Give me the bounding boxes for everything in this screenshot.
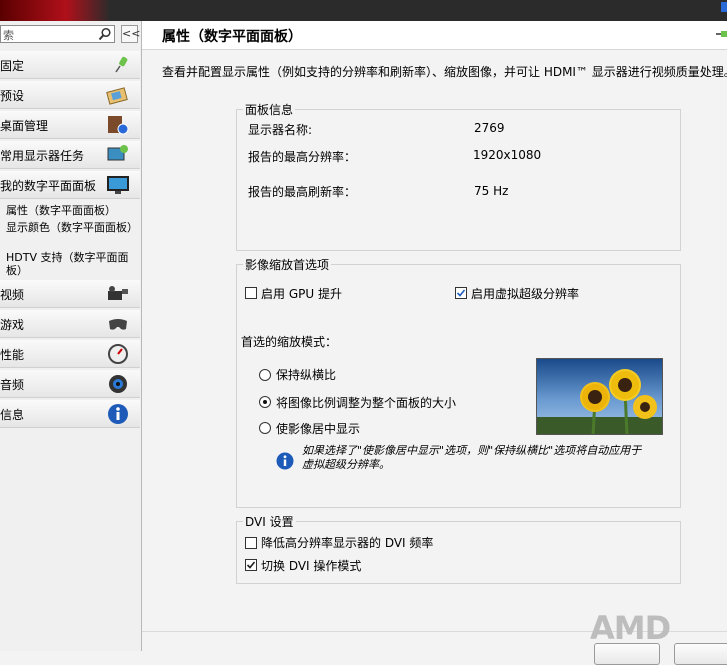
scaling-mode-label: 首选的缩放模式： bbox=[241, 335, 338, 349]
sidebar-item-pin[interactable]: 固定 bbox=[0, 51, 140, 79]
max-resolution-value: 1920x1080 bbox=[473, 148, 542, 162]
max-resolution-label: 报告的最高分辨率： bbox=[248, 150, 357, 164]
sidebar-item-flat-panel[interactable]: 我的数字平面面板 bbox=[0, 171, 140, 199]
dvi-reduce-frequency-label: 降低高分辨率显示器的 DVI 频率 bbox=[261, 536, 434, 550]
amd-logo: AMD bbox=[590, 609, 671, 647]
main-content: 属性（数字平面面板） 查看并配置显示属性（例如支持的分辨率和刷新率）、缩放图像，… bbox=[142, 21, 727, 665]
header-banner bbox=[0, 0, 110, 21]
page-description: 查看并配置显示属性（例如支持的分辨率和刷新率）、缩放图像，并可让 HDMI™ 显… bbox=[162, 65, 727, 79]
sidebar-item-label: 信息 bbox=[0, 408, 25, 422]
sunflower-image bbox=[537, 369, 662, 434]
search-placeholder: 索 bbox=[3, 29, 14, 42]
panel-info-legend: 面板信息 bbox=[245, 103, 294, 117]
sidebar-item-information[interactable]: 信息 bbox=[0, 400, 140, 428]
sidebar-item-gaming[interactable]: 游戏 bbox=[0, 310, 140, 338]
radio-center-image-label: 使影像居中显示 bbox=[276, 422, 361, 436]
speaker-icon bbox=[109, 375, 127, 393]
checkmark-icon bbox=[456, 289, 466, 297]
top-header-bar bbox=[0, 0, 727, 21]
page-title: 属性（数字平面面板） bbox=[162, 29, 302, 45]
subitem-display-color[interactable]: 显示颜色（数字平面面板） bbox=[6, 221, 138, 234]
search-input[interactable]: 索 bbox=[0, 25, 115, 43]
sidebar-item-label: 桌面管理 bbox=[0, 119, 49, 133]
sidebar-item-label: 常用显示器任务 bbox=[0, 149, 85, 163]
info-icon bbox=[276, 452, 294, 470]
max-refresh-value: 75 Hz bbox=[474, 184, 509, 198]
checkmark-icon bbox=[246, 561, 256, 569]
info-icon bbox=[108, 404, 128, 424]
header-accent bbox=[721, 2, 727, 12]
vsr-label: 启用虚拟超级分辨率 bbox=[471, 287, 580, 301]
radio-full-panel[interactable] bbox=[259, 396, 271, 408]
dvi-switch-mode-checkbox[interactable] bbox=[245, 559, 257, 571]
sidebar-item-label: 音频 bbox=[0, 378, 25, 392]
display-name-value: 2769 bbox=[474, 121, 505, 135]
video-camera-icon bbox=[108, 286, 128, 300]
gamepad-icon bbox=[109, 319, 127, 330]
max-refresh-label: 报告的最高刷新率： bbox=[248, 185, 357, 199]
radio-maintain-aspect[interactable] bbox=[259, 369, 271, 381]
sidebar-item-desktop-management[interactable]: 桌面管理 bbox=[0, 111, 140, 139]
radio-maintain-aspect-label: 保持纵横比 bbox=[276, 368, 337, 382]
gauge-icon bbox=[108, 344, 128, 364]
sidebar-item-audio[interactable]: 音频 bbox=[0, 370, 140, 398]
pin-page-icon[interactable] bbox=[716, 29, 727, 39]
footer-button-2[interactable] bbox=[674, 643, 727, 665]
sidebar-item-label: 视频 bbox=[0, 288, 25, 302]
sidebar-item-label: 性能 bbox=[0, 348, 25, 362]
sidebar-item-label: 预设 bbox=[0, 89, 25, 103]
gpu-scaling-label: 启用 GPU 提升 bbox=[261, 287, 342, 301]
footer-button-1[interactable] bbox=[594, 643, 660, 665]
sidebar-item-label: 我的数字平面面板 bbox=[0, 179, 97, 193]
scaling-note: 如果选择了"使影像居中显示"选项，则"保持纵横比"选项将自动应用于虚拟超级分辨率… bbox=[302, 444, 642, 471]
sidebar-item-performance[interactable]: 性能 bbox=[0, 340, 140, 368]
sidebar-item-presets[interactable]: 预设 bbox=[0, 81, 140, 109]
gpu-scaling-checkbox[interactable] bbox=[245, 287, 257, 299]
dvi-reduce-frequency-checkbox[interactable] bbox=[245, 537, 257, 549]
sidebar-item-display-tasks[interactable]: 常用显示器任务 bbox=[0, 141, 140, 169]
dvi-switch-mode-label: 切换 DVI 操作模式 bbox=[261, 559, 362, 573]
dvi-settings-legend: DVI 设置 bbox=[245, 515, 294, 529]
pin-icon bbox=[115, 56, 128, 73]
scaling-preview-image bbox=[536, 358, 663, 435]
page-header: 属性（数字平面面板） bbox=[142, 21, 727, 50]
display-tasks-icon bbox=[107, 145, 128, 161]
sidebar-item-label: 固定 bbox=[0, 59, 25, 73]
scaling-preferences-legend: 影像缩放首选项 bbox=[245, 258, 330, 272]
radio-center-image[interactable] bbox=[259, 422, 271, 434]
search-icon[interactable] bbox=[98, 27, 112, 41]
radio-full-panel-label: 将图像比例调整为整个面板的大小 bbox=[276, 396, 457, 410]
vsr-checkbox[interactable] bbox=[455, 287, 467, 299]
sidebar-item-video[interactable]: 视频 bbox=[0, 280, 140, 308]
subitem-properties[interactable]: 属性（数字平面面板） bbox=[6, 204, 134, 217]
collapse-sidebar-button[interactable]: << bbox=[121, 25, 140, 43]
presets-icon bbox=[106, 87, 128, 105]
sidebar: 索 << 固定 预设 桌面管理 常用显示器任务 我的数字平面面板 属性（数字平面… bbox=[0, 21, 142, 651]
subitem-hdtv-support[interactable]: HDTV 支持（数字平面面板） bbox=[6, 251, 134, 277]
display-name-label: 显示器名称: bbox=[248, 123, 313, 137]
flat-panel-icon bbox=[107, 176, 129, 194]
sidebar-item-label: 游戏 bbox=[0, 318, 25, 332]
desktop-management-icon bbox=[108, 116, 129, 135]
